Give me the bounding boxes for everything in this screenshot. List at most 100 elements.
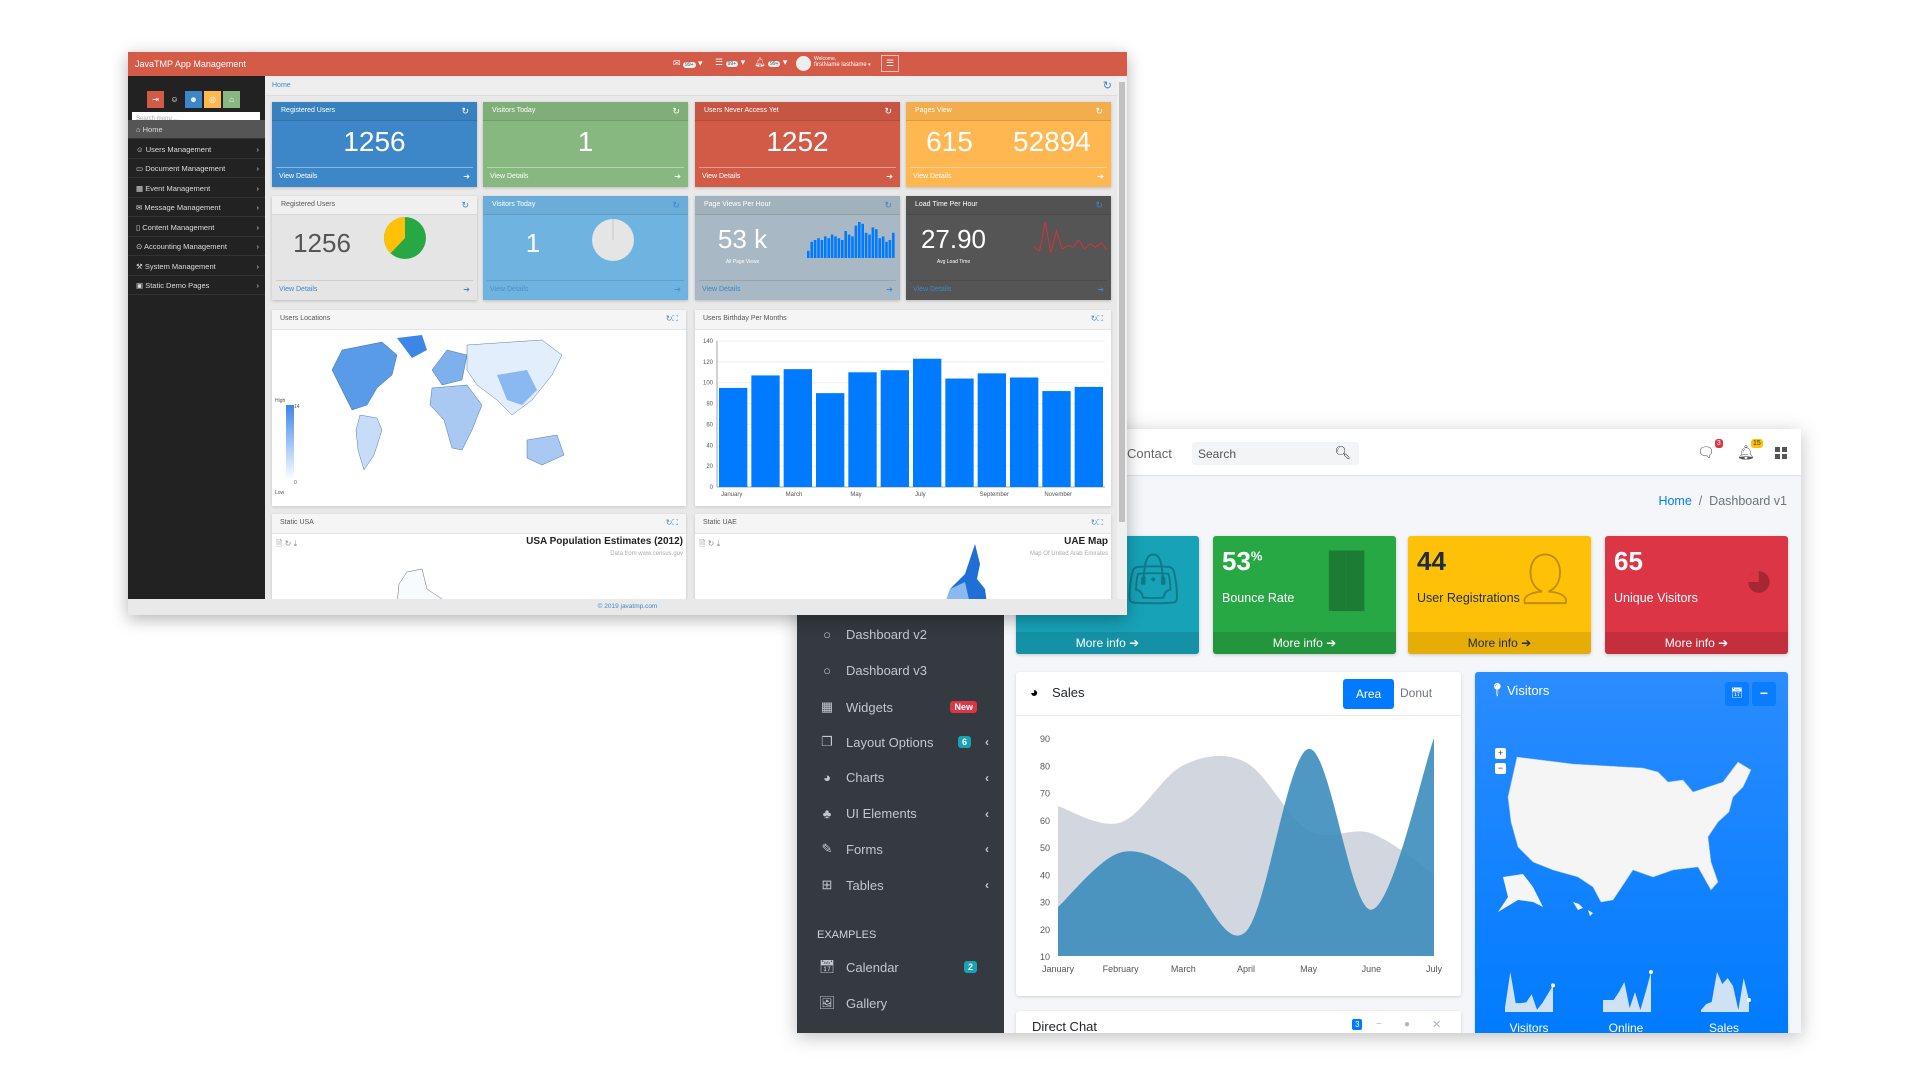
comments-icon[interactable]: ● — [1404, 1019, 1410, 1030]
messages-icon[interactable]: 🗨︎ 3 — [1697, 439, 1723, 461]
user-plus-icon: 👤︎ — [1513, 551, 1577, 607]
bar-chart-icon: ▐▌ — [1311, 551, 1382, 607]
envelope-icon: ✉ — [136, 203, 143, 212]
x-tick-label: September — [980, 492, 1009, 498]
view-details-link[interactable]: View Details ➔ — [487, 167, 684, 187]
tab-area[interactable]: Area — [1343, 679, 1394, 709]
sidebar-item-ui-elements[interactable]: ♣ UI Elements ‹ — [817, 806, 989, 821]
chart-tool-icons[interactable]: 🗎︎ ↻ ⤓ — [276, 538, 297, 552]
sidebar-item-calendar[interactable]: 📅︎ Calendar 2 — [817, 959, 987, 975]
refresh-icon[interactable]: ↻ — [1095, 106, 1103, 117]
static-usa-panel: Static USA ↻⛶ 🗎︎ ↻ ⤓ USA Population Estim… — [272, 514, 686, 604]
view-details-link[interactable]: View Details ➔ — [699, 167, 896, 187]
search-icon[interactable]: 🔍︎ — [1334, 445, 1351, 461]
footer: © 2019 javatmp.com — [128, 599, 1127, 615]
bar-april — [816, 393, 845, 487]
sidebar-item-gallery[interactable]: 🖼︎ Gallery — [817, 995, 987, 1011]
user-add-icon[interactable]: ☻ — [185, 91, 202, 108]
shopping-bag-icon: 👜︎ — [1121, 551, 1185, 607]
user-circle-icon[interactable]: ◎ — [204, 91, 221, 108]
sidebar-item-users-management[interactable]: ☺ Users Management › — [128, 140, 265, 159]
sidebar-item-layout-options[interactable]: ❐ Layout Options 6 ‹ — [817, 734, 989, 750]
app-title[interactable]: JavaTMP App Management — [135, 59, 246, 69]
tile-mini-chart — [592, 219, 634, 261]
y-tick-label: 50 — [1040, 843, 1050, 853]
sidebar-item-dashboard-v3[interactable]: ○ Dashboard v3 — [817, 663, 987, 678]
bell-icon[interactable]: 🔔︎ 99+ ▾ — [754, 57, 787, 68]
small-box-unique-visitors: 65 Unique Visitors ◕ More info ➔ — [1605, 536, 1788, 654]
bar-december — [1074, 386, 1103, 487]
sidebar-item-charts[interactable]: ◕ Charts ‹ — [817, 770, 989, 785]
y-tick-label: 40 — [706, 443, 713, 449]
sidebar-item-widgets[interactable]: ▦ Widgets New — [817, 699, 987, 715]
users-icon[interactable]: ☺ — [166, 91, 183, 108]
more-info-link[interactable]: More info ➔ — [1605, 632, 1788, 654]
notifications-badge: 15 — [1750, 439, 1763, 448]
breadcrumb-current: Dashboard v1 — [1709, 494, 1787, 508]
copyright[interactable]: © 2019 javatmp.com — [598, 603, 658, 610]
y-tick-label: 90 — [1040, 734, 1050, 744]
sparkbar — [834, 236, 837, 258]
th-icon: ▦ — [820, 699, 834, 714]
breadcrumb: Home / Dashboard v1 — [1658, 494, 1787, 508]
sidebar-item-system-management[interactable]: ⚒ System Management › — [128, 257, 265, 276]
minus-icon[interactable]: − — [1376, 1019, 1382, 1030]
sparkbar — [817, 238, 820, 258]
bar-october — [1010, 377, 1039, 487]
menu-toggle-button[interactable]: ☰ — [881, 55, 899, 72]
nav-contact-link[interactable]: Contact — [1127, 446, 1172, 461]
more-info-link[interactable]: More info ➔ — [1213, 632, 1396, 654]
arrow-circle-right-icon: ➔ — [1097, 172, 1104, 181]
collapse-button[interactable]: − — [1752, 682, 1776, 706]
more-info-link[interactable]: More info ➔ — [1408, 632, 1591, 654]
sidebar-item-event-management[interactable]: ▦ Event Management › — [128, 179, 265, 198]
sidebar-item-tables[interactable]: ⊞ Tables ‹ — [817, 877, 989, 893]
refresh-icon[interactable]: ↻ — [1103, 79, 1112, 92]
sidebar-item-accounting-management[interactable]: ⊙ Accounting Management › — [128, 237, 265, 256]
refresh-expand-icons[interactable]: ↻⛶ — [1091, 518, 1103, 528]
scrollbar[interactable] — [1117, 76, 1127, 599]
sparkline-label-visitors: Visitors — [1509, 1021, 1549, 1033]
close-icon[interactable]: ✕ — [1432, 1018, 1441, 1031]
sidebar-item-home[interactable]: ⌂ Home — [128, 120, 265, 139]
chart-tool-icons[interactable]: 🗎︎ ↻ ⤓ — [699, 538, 720, 552]
view-details-link[interactable]: View Details ➔ — [910, 167, 1107, 187]
view-details-link[interactable]: View Details ➔ — [276, 167, 473, 187]
sparkbar — [892, 232, 895, 258]
breadcrumb-home-link[interactable]: Home — [1658, 494, 1691, 508]
tile-title: Registered Users — [281, 107, 336, 114]
more-info-link[interactable]: More info ➔ — [1016, 632, 1199, 654]
logout-icon[interactable]: ⇥ — [147, 91, 164, 108]
calendar-button[interactable]: 📅︎ — [1725, 682, 1749, 706]
avatar[interactable] — [796, 56, 811, 71]
stat-tile-2-load-time-per-hour: Load Time Per Hour ↻ 27.90 Avg Load Time Vie… — [906, 196, 1111, 300]
sparkline-point — [1747, 998, 1751, 1002]
home-icon[interactable]: ⌂ — [223, 91, 240, 108]
breadcrumb-home[interactable]: Home — [272, 82, 291, 89]
refresh-icon[interactable]: ↻ — [672, 106, 680, 117]
sidebar-item-forms[interactable]: ✎ Forms ‹ — [817, 841, 989, 857]
tab-donut[interactable]: Donut — [1400, 686, 1432, 700]
sidebar-item-static-demo-pages[interactable]: ▣ Static Demo Pages › — [128, 276, 265, 295]
y-tick-label: 20 — [706, 464, 713, 470]
y-tick-label: 80 — [1040, 761, 1050, 771]
refresh-expand-icons[interactable]: ↻⛶ — [666, 518, 678, 528]
sidebar-item-content-management[interactable]: ▯ Content Management › — [128, 218, 265, 237]
sidebar-item-dashboard-v2[interactable]: ○ Dashboard v2 — [817, 627, 987, 642]
envelope-icon[interactable]: ✉ 99+ ▾ — [673, 58, 703, 69]
chevron-right-icon: › — [256, 261, 260, 271]
direct-chat-title: Direct Chat — [1032, 1019, 1098, 1033]
sidebar-item-document-management[interactable]: ▭ Document Management › — [128, 159, 265, 178]
search-input[interactable]: Search 🔍︎ — [1192, 442, 1359, 465]
refresh-expand-icons[interactable]: ↻⛶ — [666, 314, 678, 324]
sparkline-label-online: Online — [1608, 1021, 1644, 1033]
bell-icon[interactable]: 🔔︎ 15 — [1737, 439, 1763, 461]
grid-apps-icon[interactable] — [1775, 447, 1787, 459]
y-tick-label: 60 — [1040, 816, 1050, 826]
refresh-icon[interactable]: ↻ — [461, 106, 469, 117]
user-menu[interactable]: Welcome, firstName lastName ▾ — [814, 56, 871, 68]
tasks-icon[interactable]: ☰ 99+ ▾ — [715, 57, 745, 68]
y-tick-label: 70 — [1040, 789, 1050, 799]
sidebar-item-message-management[interactable]: ✉ Message Management › — [128, 198, 265, 217]
refresh-icon[interactable]: ↻ — [884, 106, 892, 117]
